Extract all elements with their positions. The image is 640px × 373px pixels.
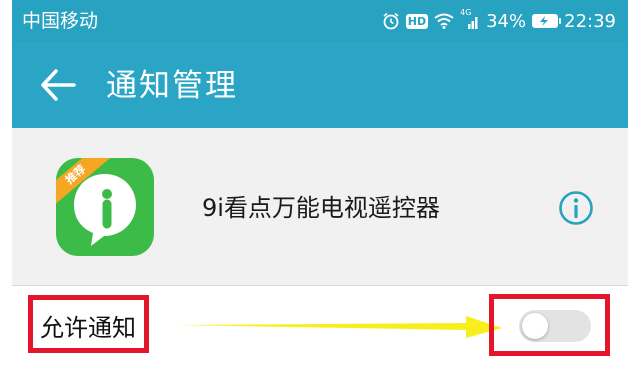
- app-bar: 通知管理: [12, 42, 628, 128]
- screen-frame: 中国移动 HD 4G 34% 22:39 通知管理 推荐 9i看点万能电视遥控器…: [12, 0, 628, 373]
- hd-icon: HD: [405, 13, 429, 29]
- app-logo-icon: 推荐: [56, 158, 154, 256]
- signal-icon: 4G: [460, 9, 480, 30]
- wifi-icon: [434, 13, 454, 29]
- app-name: 9i看点万能电视遥控器: [202, 194, 440, 222]
- status-icons: HD 4G 34% 22:39: [382, 8, 616, 34]
- switch-knob: [522, 313, 548, 339]
- alarm-icon: [383, 12, 399, 30]
- allow-notifications-switch[interactable]: [519, 310, 591, 342]
- app-info-row: 推荐 9i看点万能电视遥控器: [12, 128, 628, 285]
- arrow-left-icon[interactable]: [38, 66, 78, 104]
- info-icon[interactable]: [558, 190, 594, 226]
- battery-percent: 34%: [486, 10, 527, 32]
- carrier-name: 中国移动: [22, 10, 99, 32]
- battery-icon: [532, 14, 562, 28]
- highlight-box-label: [28, 295, 149, 353]
- status-bar: 中国移动 HD 4G 34% 22:39: [12, 0, 628, 42]
- page-title: 通知管理: [106, 68, 238, 104]
- allow-notifications-row[interactable]: 允许通知: [12, 286, 628, 373]
- clock: 22:39: [564, 10, 616, 32]
- arrow-right-icon: [178, 316, 502, 338]
